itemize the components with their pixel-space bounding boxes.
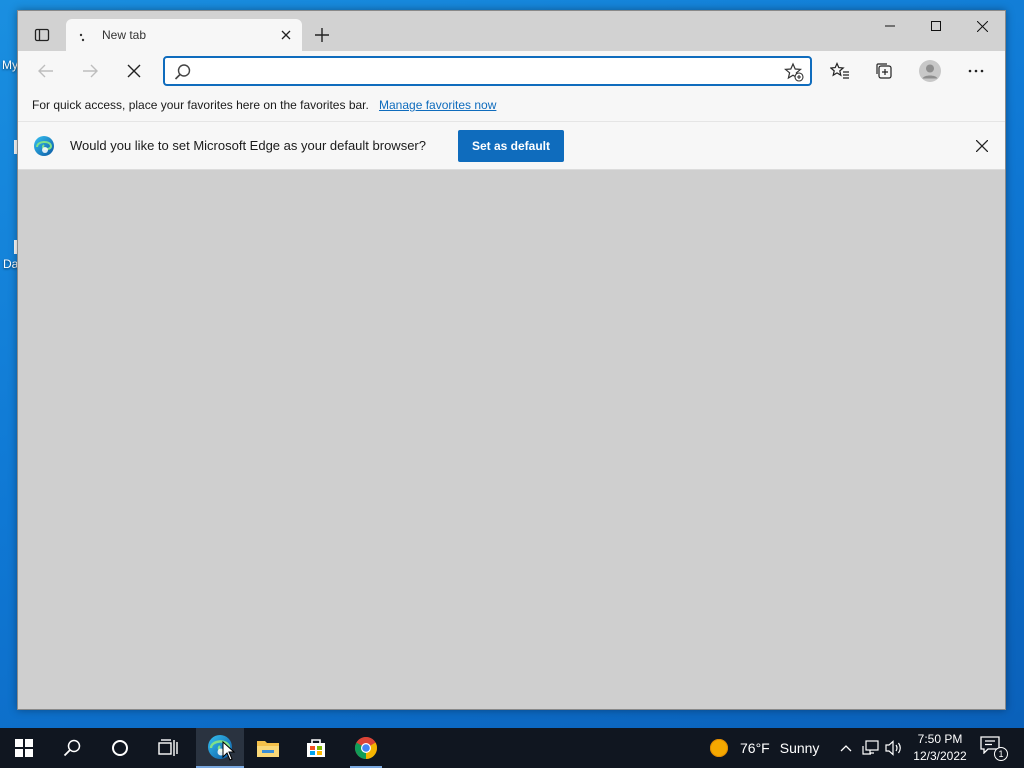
taskbar-file-explorer-button[interactable] (244, 728, 292, 768)
close-icon (976, 140, 988, 152)
search-button[interactable] (48, 728, 96, 768)
infobar-prompt: Would you like to set Microsoft Edge as … (70, 138, 426, 153)
cortana-button[interactable] (96, 728, 144, 768)
manage-favorites-link[interactable]: Manage favorites now (379, 98, 496, 112)
address-bar[interactable] (163, 56, 812, 86)
favorites-button[interactable] (824, 55, 856, 87)
title-bar: New tab (18, 11, 1005, 51)
taskbar-edge-button[interactable] (196, 728, 244, 768)
clock-date: 12/3/2022 (913, 749, 967, 763)
start-button[interactable] (0, 728, 48, 768)
mouse-cursor-icon (222, 741, 236, 761)
notification-count-badge: 1 (994, 747, 1008, 761)
desktop-icon-label-my[interactable]: My (2, 58, 18, 72)
favorites-star-icon (830, 62, 849, 79)
network-button[interactable] (861, 738, 881, 758)
close-icon (281, 30, 291, 40)
store-bag-icon (307, 739, 325, 757)
maximize-icon (931, 21, 941, 31)
new-tab-button[interactable] (310, 23, 334, 47)
folder-icon (257, 741, 279, 757)
edge-logo-icon (34, 136, 54, 156)
taskbar: 76°F Sunny 7:50 PM 12/3/2022 1 (0, 728, 1024, 768)
chrome-logo-icon (355, 737, 377, 759)
maximize-button[interactable] (913, 11, 959, 41)
taskbar-chrome-button[interactable] (342, 728, 390, 768)
tab-actions-button[interactable] (26, 21, 58, 49)
close-icon (976, 20, 988, 32)
task-view-button[interactable] (144, 728, 192, 768)
default-browser-infobar: Would you like to set Microsoft Edge as … (18, 122, 1005, 170)
more-dots-icon (968, 69, 984, 73)
system-clock[interactable]: 7:50 PM 12/3/2022 (906, 731, 974, 765)
search-icon (63, 739, 81, 757)
address-input[interactable] (199, 62, 759, 82)
taskbar-store-button[interactable] (292, 728, 340, 768)
volume-button[interactable] (884, 738, 904, 758)
forward-button[interactable] (74, 55, 106, 87)
minimize-icon (885, 25, 895, 27)
add-to-favorites-icon[interactable] (784, 62, 804, 82)
sunny-weather-icon (710, 739, 728, 757)
avatar-icon (919, 60, 941, 82)
clock-time: 7:50 PM (917, 732, 963, 746)
weather-widget[interactable]: 76°F Sunny (710, 728, 819, 768)
chevron-up-icon (840, 745, 852, 752)
page-content-area[interactable] (18, 171, 1005, 709)
windows-logo-icon (15, 739, 33, 757)
cortana-circle-icon (112, 740, 128, 756)
weather-condition: Sunny (779, 740, 820, 756)
speaker-icon (885, 740, 901, 756)
collections-button[interactable] (868, 55, 900, 87)
task-view-icon (158, 739, 178, 756)
search-icon (174, 64, 191, 80)
weather-temperature: 76°F (740, 740, 770, 756)
navigation-toolbar (18, 51, 1005, 91)
loading-spinner-icon (79, 33, 85, 42)
collections-icon (876, 63, 892, 79)
edge-browser-window: New tab For quick access, place your fav… (17, 10, 1006, 710)
tab-title: New tab (102, 28, 147, 42)
profile-button[interactable] (914, 55, 946, 87)
tab-actions-icon (34, 28, 50, 42)
stop-loading-button[interactable] (118, 55, 150, 87)
favorites-bar-message: For quick access, place your favorites h… (32, 98, 369, 112)
tab-close-button[interactable] (278, 27, 294, 43)
settings-more-button[interactable] (960, 55, 992, 87)
tab-new-tab[interactable]: New tab (66, 19, 302, 51)
action-center-button[interactable]: 1 (980, 736, 1008, 761)
infobar-close-button[interactable] (973, 137, 991, 155)
stop-icon (127, 64, 141, 78)
plus-icon (315, 28, 329, 42)
show-hidden-icons-button[interactable] (836, 738, 856, 758)
forward-arrow-icon (83, 64, 98, 78)
window-close-button[interactable] (959, 11, 1005, 41)
back-arrow-icon (38, 64, 53, 78)
back-button[interactable] (30, 55, 62, 87)
minimize-button[interactable] (867, 11, 913, 41)
set-as-default-button[interactable]: Set as default (458, 130, 564, 162)
favorites-bar: For quick access, place your favorites h… (18, 91, 1005, 122)
network-icon (862, 740, 879, 755)
